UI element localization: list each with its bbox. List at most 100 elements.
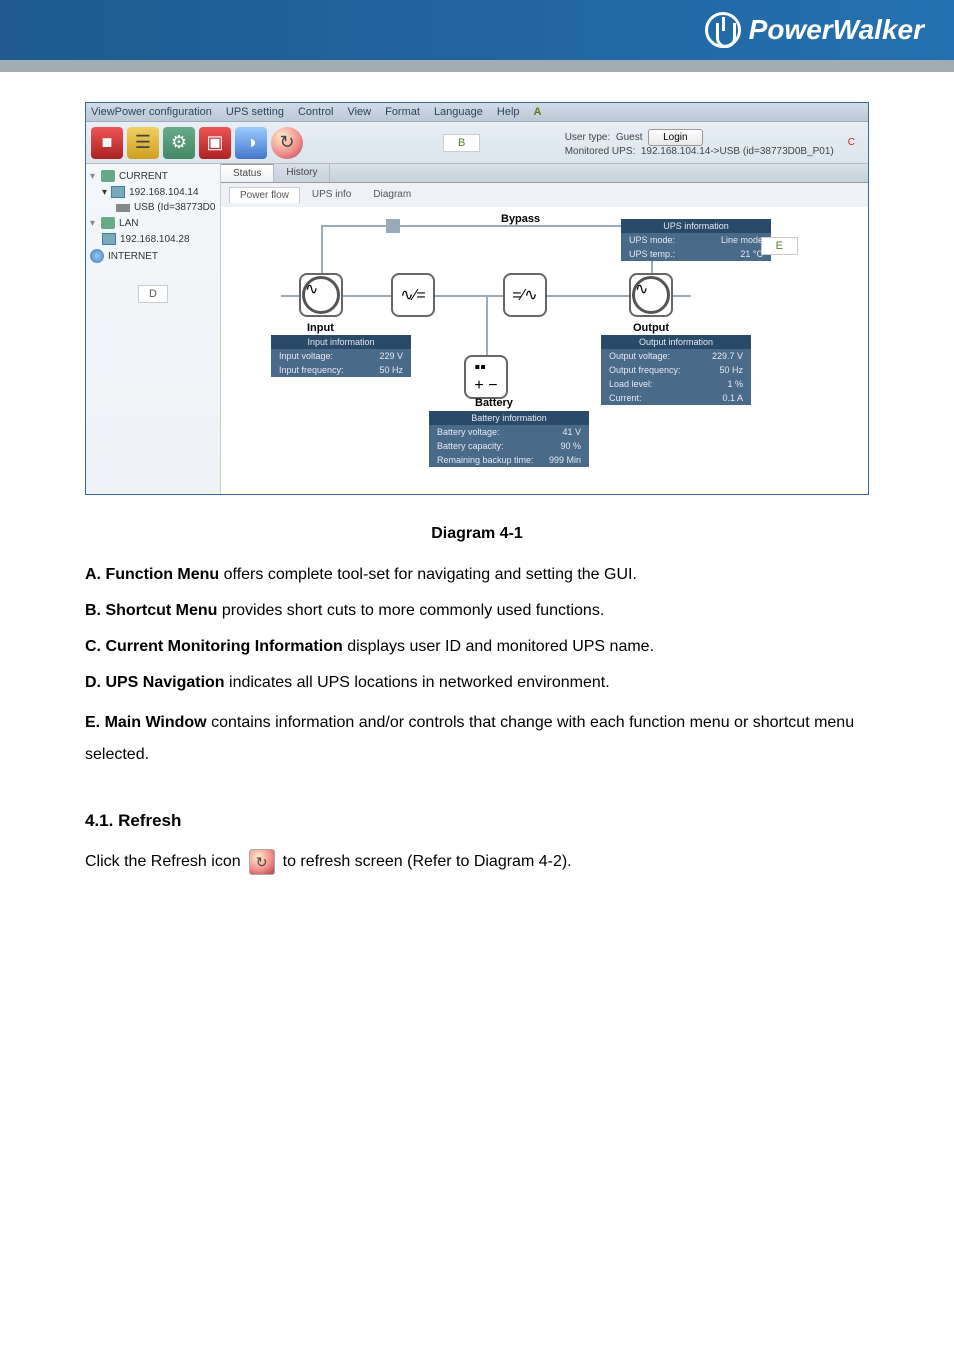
marker-c: C bbox=[840, 137, 863, 148]
shortcut-icon-5[interactable]: ◑ bbox=[235, 127, 267, 159]
flow-line bbox=[321, 225, 651, 227]
panel-header: Battery information bbox=[429, 411, 589, 425]
menu-format[interactable]: Format bbox=[385, 106, 420, 118]
description-c: C. Current Monitoring Information displa… bbox=[85, 635, 869, 659]
monitored-ups-label: Monitored UPS: bbox=[565, 146, 636, 157]
input-volt-value: 229 V bbox=[379, 351, 403, 361]
power-flow-diagram: Bypass ∿ ∿⁄= =⁄∿ ∿ ▪▪+ − Inp bbox=[221, 207, 868, 477]
ups-information-panel: UPS information UPS mode: Line mode UPS t… bbox=[621, 219, 771, 261]
output-block: ∿ bbox=[629, 273, 673, 317]
tab-status[interactable]: Status bbox=[221, 164, 274, 182]
batt-volt-value: 41 V bbox=[562, 427, 581, 437]
load-value: 1 % bbox=[727, 379, 743, 389]
panel-header: Input information bbox=[271, 335, 411, 349]
bypass-label: Bypass bbox=[501, 213, 540, 225]
marker-d: D bbox=[138, 285, 168, 303]
sub-tabs: Power flow UPS info Diagram bbox=[221, 183, 868, 207]
output-volt-value: 229.7 V bbox=[712, 351, 743, 361]
tree-ip2[interactable]: 192.168.104.28 bbox=[86, 231, 220, 247]
rectifier-block: ∿⁄= bbox=[391, 273, 435, 317]
tab-history[interactable]: History bbox=[274, 164, 330, 182]
panel-header: Output information bbox=[601, 335, 751, 349]
shortcut-icons: ■ ☰ ⚙ ▣ ◑ ↻ bbox=[91, 127, 303, 159]
power-icon bbox=[705, 12, 741, 48]
monitoring-info: User type: Guest Login Monitored UPS: 19… bbox=[565, 129, 863, 157]
refresh-icon[interactable]: ↻ bbox=[271, 127, 303, 159]
user-type-value: Guest bbox=[616, 132, 643, 143]
pc-icon bbox=[111, 186, 125, 198]
subtab-ups-info[interactable]: UPS info bbox=[302, 187, 361, 203]
pc-icon bbox=[102, 233, 116, 245]
description-e: E. Main Window contains information and/… bbox=[85, 707, 869, 771]
login-button[interactable]: Login bbox=[648, 129, 702, 146]
tree-label-usb: USB (Id=38773D0 bbox=[134, 202, 215, 213]
batt-cap-value: 90 % bbox=[560, 441, 581, 451]
output-freq-label: Output frequency: bbox=[609, 365, 681, 375]
sine-icon: ∿ bbox=[302, 276, 340, 314]
menu-help[interactable]: Help bbox=[497, 106, 520, 118]
input-volt-label: Input voltage: bbox=[279, 351, 333, 361]
input-block: ∿ bbox=[299, 273, 343, 317]
ups-mode-value: Line mode bbox=[721, 235, 763, 245]
tree-current[interactable]: CURRENT bbox=[86, 168, 220, 184]
tree-ip1[interactable]: ▾ 192.168.104.14 bbox=[86, 184, 220, 200]
flow-block-small bbox=[386, 219, 400, 233]
tree-label-ip1: 192.168.104.14 bbox=[129, 187, 199, 198]
shortcut-icon-2[interactable]: ☰ bbox=[127, 127, 159, 159]
input-information-panel: Input information Input voltage:229 V In… bbox=[271, 335, 411, 377]
output-volt-label: Output voltage: bbox=[609, 351, 670, 361]
battery-information-panel: Battery information Battery voltage: 41 V… bbox=[429, 411, 589, 467]
menu-viewpower-config[interactable]: ViewPower configuration bbox=[91, 106, 212, 118]
tree-internet[interactable]: INTERNET bbox=[86, 247, 220, 265]
description-d: D. UPS Navigation indicates all UPS loca… bbox=[85, 671, 869, 695]
app-window: ViewPower configuration UPS setting Cont… bbox=[85, 102, 869, 495]
marker-e: E bbox=[761, 237, 798, 255]
main-tabs: Status History bbox=[221, 164, 868, 183]
description-b: B. Shortcut Menu provides short cuts to … bbox=[85, 599, 869, 623]
usb-icon bbox=[116, 204, 130, 212]
panel-header: UPS information bbox=[621, 219, 771, 233]
ups-navigation: CURRENT ▾ 192.168.104.14 USB (Id=38773D0… bbox=[86, 164, 221, 494]
menu-language[interactable]: Language bbox=[434, 106, 483, 118]
description-a: A. Function Menu offers complete tool-se… bbox=[85, 563, 869, 587]
tree-usb[interactable]: USB (Id=38773D0 bbox=[86, 200, 220, 215]
batt-time-label: Remaining backup time: bbox=[437, 455, 534, 465]
menu-ups-setting[interactable]: UPS setting bbox=[226, 106, 284, 118]
section-heading: 4.1. Refresh bbox=[85, 811, 869, 831]
tree-label-internet: INTERNET bbox=[108, 251, 158, 262]
header-divider bbox=[0, 60, 954, 72]
tree-lan[interactable]: LAN bbox=[86, 215, 220, 231]
input-freq-value: 50 Hz bbox=[379, 365, 403, 375]
batt-volt-label: Battery voltage: bbox=[437, 427, 500, 437]
subtab-power-flow[interactable]: Power flow bbox=[229, 187, 300, 203]
tree-label-lan: LAN bbox=[119, 218, 138, 229]
refresh-pre: Click the Refresh icon bbox=[85, 853, 241, 871]
menu-view[interactable]: View bbox=[347, 106, 371, 118]
brand-logo: PowerWalker bbox=[705, 12, 924, 48]
shortcut-icon-3[interactable]: ⚙ bbox=[163, 127, 195, 159]
menu-bar: ViewPower configuration UPS setting Cont… bbox=[86, 103, 868, 122]
menu-control[interactable]: Control bbox=[298, 106, 333, 118]
output-freq-value: 50 Hz bbox=[719, 365, 743, 375]
subtab-diagram[interactable]: Diagram bbox=[363, 187, 421, 203]
tree-label-ip2: 192.168.104.28 bbox=[120, 234, 190, 245]
shortcut-icon-4[interactable]: ▣ bbox=[199, 127, 231, 159]
marker-b: B bbox=[443, 134, 480, 152]
brand-name: PowerWalker bbox=[749, 14, 924, 46]
folder-icon bbox=[101, 170, 115, 182]
tree-label-current: CURRENT bbox=[119, 171, 168, 182]
current-value: 0.1 A bbox=[722, 393, 743, 403]
battery-title: Battery bbox=[475, 397, 513, 409]
folder-icon bbox=[101, 217, 115, 229]
input-title: Input bbox=[307, 322, 334, 334]
sine-icon: ∿ bbox=[632, 276, 670, 314]
page-header: PowerWalker bbox=[0, 0, 954, 60]
main-window: Status History Power flow UPS info Diagr… bbox=[221, 164, 868, 494]
ups-temp-label: UPS temp.: bbox=[629, 249, 675, 259]
ups-temp-value: 21 °C bbox=[740, 249, 763, 259]
output-information-panel: Output information Output voltage: 229.7 … bbox=[601, 335, 751, 405]
current-label: Current: bbox=[609, 393, 642, 403]
shortcut-icon-1[interactable]: ■ bbox=[91, 127, 123, 159]
user-type-label: User type: bbox=[565, 132, 611, 143]
ups-mode-label: UPS mode: bbox=[629, 235, 675, 245]
